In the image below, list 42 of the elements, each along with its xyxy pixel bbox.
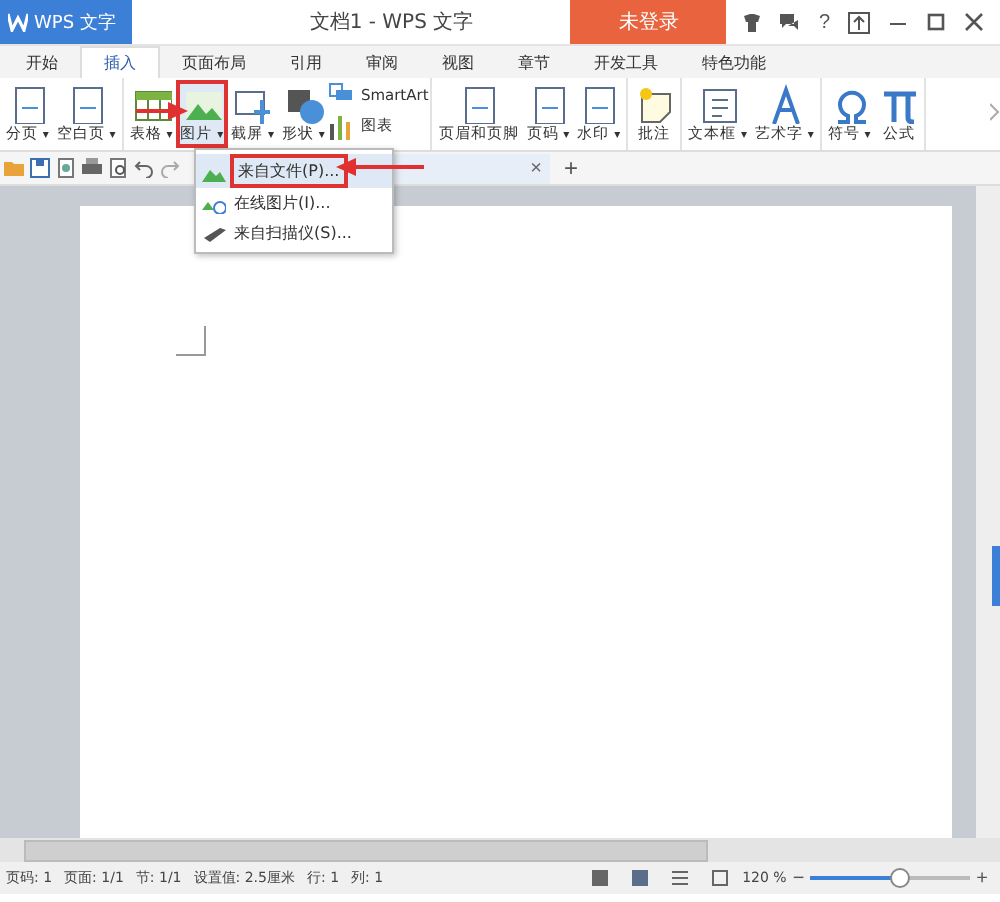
- ribbon-tab[interactable]: 视图: [420, 46, 496, 78]
- callout-arrow: [136, 102, 188, 120]
- save-icon[interactable]: [30, 158, 50, 178]
- menu-item[interactable]: 在线图片(I)...: [196, 188, 392, 218]
- vertical-scrollbar[interactable]: [976, 186, 1000, 838]
- text-box-icon: [697, 84, 738, 124]
- app-menu-button[interactable]: WPS 文字: [0, 0, 132, 44]
- ribbon-tab[interactable]: 开始: [4, 46, 80, 78]
- undo-icon[interactable]: [134, 158, 154, 178]
- callout-arrow: [336, 158, 424, 176]
- chat-icon[interactable]: [780, 12, 801, 32]
- ribbon-tab[interactable]: 章节: [496, 46, 572, 78]
- window-title: 文档1 - WPS 文字: [307, 9, 476, 36]
- outline-view-icon[interactable]: [670, 868, 691, 888]
- maximize-icon[interactable]: [926, 12, 946, 32]
- ribbon-tab[interactable]: 审阅: [344, 46, 420, 78]
- zoom-in-button[interactable]: +: [976, 867, 988, 889]
- full-screen-icon[interactable]: [590, 868, 611, 888]
- ribbon-tab[interactable]: 页面布局: [160, 46, 268, 78]
- menu-item[interactable]: 来自文件(P)...: [196, 154, 392, 188]
- close-icon[interactable]: [964, 12, 984, 32]
- ribbon-tab[interactable]: 特色功能: [680, 46, 788, 78]
- ribbon-tab[interactable]: 引用: [268, 46, 344, 78]
- shapes-icon: [283, 84, 324, 124]
- restore-ribbon-icon[interactable]: [848, 11, 870, 33]
- new-tab-button[interactable]: +: [556, 154, 587, 182]
- preview-icon[interactable]: [108, 158, 128, 178]
- horizontal-scrollbar[interactable]: [0, 838, 1000, 862]
- menu-item[interactable]: 来自扫描仪(S)...: [196, 218, 392, 248]
- note-icon: [634, 84, 675, 124]
- margin-corner-mark: [176, 326, 206, 356]
- zoom-out-button[interactable]: −: [792, 867, 805, 889]
- web-view-icon[interactable]: [710, 868, 731, 888]
- shirt-icon[interactable]: [742, 12, 763, 32]
- logo-icon: [8, 12, 28, 32]
- document-icon[interactable]: [56, 158, 76, 178]
- ribbon-tab[interactable]: 插入: [80, 46, 160, 78]
- help-button[interactable]: ?: [818, 11, 830, 33]
- scanner-icon: [202, 223, 226, 243]
- print-icon[interactable]: [82, 158, 102, 178]
- ribbon-tab[interactable]: 开发工具: [572, 46, 680, 78]
- page-view-icon[interactable]: [630, 868, 651, 888]
